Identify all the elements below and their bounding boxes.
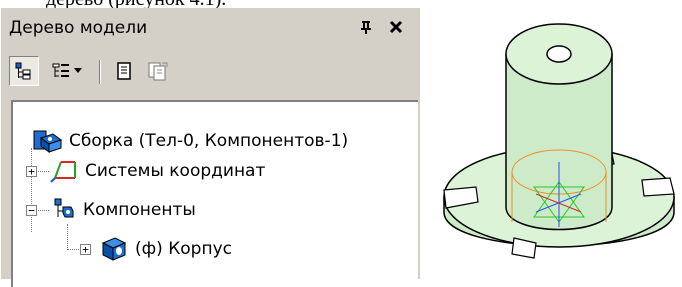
copy-document-icon — [148, 62, 168, 81]
assembly-icon — [33, 130, 63, 153]
tree-item-label: Сборка (Тел-0, Компонентов-1) — [69, 131, 349, 151]
panel-title: Дерево модели — [9, 18, 148, 38]
tree-display-mode-icon — [52, 63, 69, 77]
part-icon — [101, 237, 127, 261]
expand-toggle[interactable]: + — [80, 244, 91, 255]
components-icon — [54, 198, 74, 218]
copy-document-button[interactable] — [143, 56, 173, 86]
tree-item-label: Компоненты — [83, 200, 196, 220]
collapse-toggle[interactable]: − — [26, 205, 37, 216]
tree-item-assembly[interactable]: Сборка (Тел-0, Компонентов-1) — [33, 126, 348, 156]
tree-item-part[interactable]: (ф) Корпус — [99, 234, 232, 264]
document-icon — [117, 62, 131, 80]
pin-icon — [361, 21, 371, 34]
toolbar-separator — [99, 60, 101, 84]
tree-view-button[interactable] — [9, 56, 39, 86]
document-button[interactable] — [109, 56, 139, 86]
tree-view-icon — [15, 62, 31, 80]
panel-toolbar — [9, 56, 249, 88]
coordinate-system-icon — [50, 161, 76, 183]
tree-display-mode-button[interactable] — [45, 56, 87, 86]
model-tree-panel: Дерево модели Сборка (Тел-0, Компонентов… — [0, 8, 420, 287]
tree-item-label: Системы координат — [85, 161, 266, 181]
panel-header: Дерево модели — [1, 10, 419, 46]
part-3d-preview — [443, 23, 675, 259]
hole — [546, 45, 572, 63]
tree-connector — [67, 224, 68, 250]
tree-item-label: (ф) Корпус — [135, 239, 232, 259]
model-tree: Сборка (Тел-0, Компонентов-1) + Системы … — [11, 100, 418, 287]
tree-item-coordinate-systems[interactable]: Системы координат — [49, 156, 265, 186]
pin-button[interactable] — [355, 16, 377, 38]
expand-toggle[interactable]: + — [26, 166, 37, 177]
close-button[interactable] — [385, 16, 407, 38]
chevron-down-icon — [73, 68, 82, 73]
close-icon — [389, 20, 403, 34]
flange-slot — [641, 177, 675, 197]
tree-item-components[interactable]: Компоненты — [49, 195, 196, 225]
tree-connector — [31, 148, 32, 232]
